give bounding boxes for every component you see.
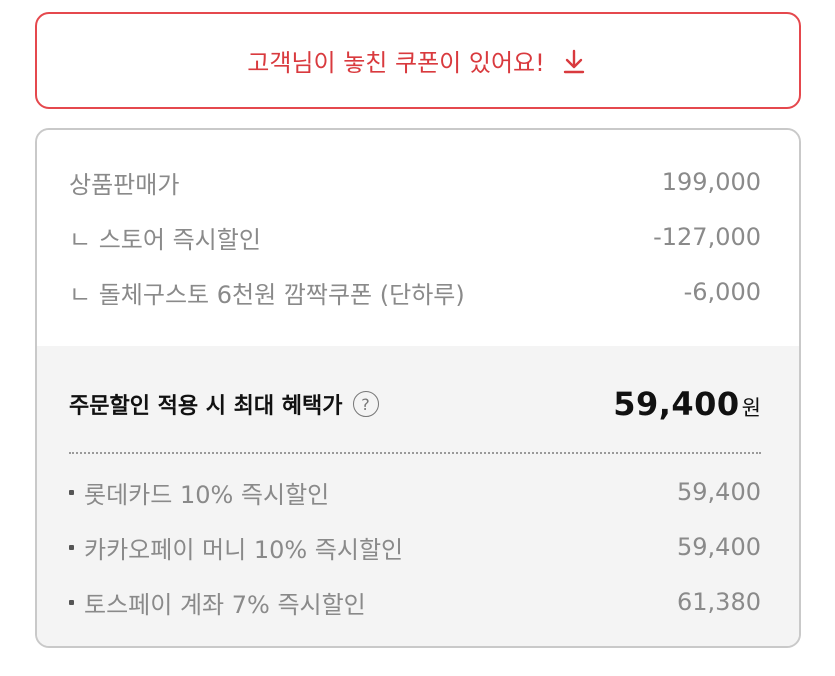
card-discount-value: 59,400 [677,478,761,506]
dotted-divider [69,452,761,454]
bullet-icon [69,489,74,495]
bullet-icon [69,544,74,550]
currency-unit: 원 [741,396,761,420]
max-benefit-row: 주문할인 적용 시 최대 혜택가 ? 59,400 원 [69,382,761,426]
price-row-store-discount: ㄴ 스토어 즉시할인 -127,000 [69,217,761,257]
card-discount-value: 61,380 [677,588,761,616]
bullet-icon [69,599,74,605]
price-row-value: -127,000 [653,223,761,251]
card-discount-label: 롯데카드 10% 즉시할인 [84,480,330,509]
price-breakdown-section: 상품판매가 199,000 ㄴ 스토어 즉시할인 -127,000 ㄴ 돌체구스… [37,130,799,346]
download-arrow-icon [559,46,589,76]
price-summary-card: 상품판매가 199,000 ㄴ 스토어 즉시할인 -127,000 ㄴ 돌체구스… [35,128,801,648]
card-discount-row: 카카오페이 머니 10% 즉시할인 59,400 [69,527,761,567]
card-discount-value: 59,400 [677,533,761,561]
price-row-label: ㄴ 돌체구스토 6천원 깜짝쿠폰 (단하루) [69,280,465,309]
card-discount-label: 토스페이 계좌 7% 즉시할인 [84,590,366,619]
benefit-section: 주문할인 적용 시 최대 혜택가 ? 59,400 원 롯데카드 10% 즉시할… [37,346,799,646]
price-row-value: -6,000 [683,278,761,306]
card-discount-row: 롯데카드 10% 즉시할인 59,400 [69,472,761,512]
max-benefit-label: 주문할인 적용 시 최대 혜택가 [69,394,343,419]
price-row-original: 상품판매가 199,000 [69,162,761,202]
card-discount-label: 카카오페이 머니 10% 즉시할인 [84,535,404,564]
coupon-banner-text: 고객님이 놓친 쿠폰이 있어요! [247,49,545,77]
price-row-value: 199,000 [661,168,761,196]
price-row-coupon: ㄴ 돌체구스토 6천원 깜짝쿠폰 (단하루) -6,000 [69,272,761,312]
max-benefit-price: 59,400 원 [613,385,761,423]
max-benefit-price-value: 59,400 [613,385,740,423]
price-row-label: 상품판매가 [69,170,180,199]
price-row-label: ㄴ 스토어 즉시할인 [69,225,261,254]
card-discount-row: 토스페이 계좌 7% 즉시할인 61,380 [69,582,761,622]
question-circle-icon[interactable]: ? [352,391,379,417]
missed-coupon-banner[interactable]: 고객님이 놓친 쿠폰이 있어요! [35,12,801,109]
